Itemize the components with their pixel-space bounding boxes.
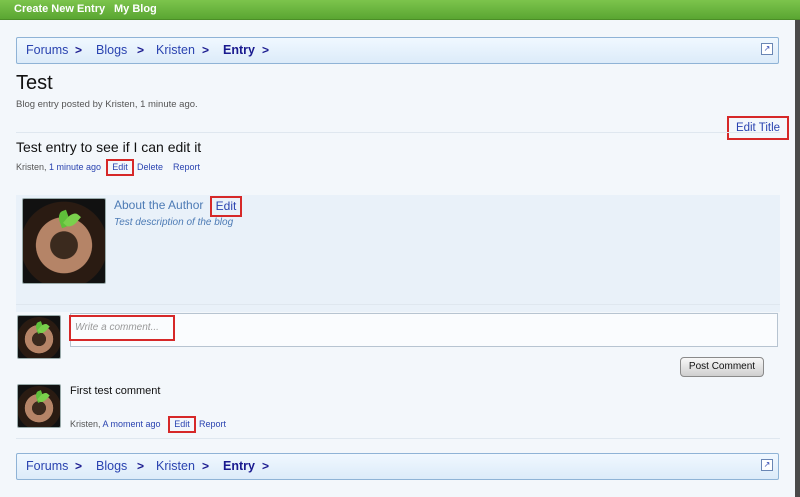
popout-icon[interactable]: ↗ (761, 459, 773, 471)
author-photo (22, 198, 106, 284)
breadcrumb-kristen[interactable]: Kristen (156, 43, 195, 57)
entry-report-link[interactable]: Report (173, 162, 200, 172)
breadcrumb-separator: > (75, 43, 83, 57)
top-nav-bar: Create New Entry My Blog (0, 0, 800, 20)
breadcrumb-separator: > (75, 459, 83, 473)
breadcrumb-separator: > (137, 459, 145, 473)
avatar (17, 384, 61, 428)
breadcrumb-separator: > (262, 459, 270, 473)
breadcrumb-top: Forums > Blogs > Kristen > Entry > ↗ (16, 37, 779, 64)
comment-edit-button[interactable]: Edit (168, 416, 196, 433)
create-new-entry-link[interactable]: Create New Entry (14, 3, 105, 15)
about-author-panel: About the Author Edit Test description o… (16, 195, 780, 312)
entry-meta: Kristen, 1 minute ago (16, 162, 101, 172)
author-description: Test description of the blog (114, 217, 234, 228)
breadcrumb-forums[interactable]: Forums (26, 43, 68, 57)
breadcrumb-entry: Entry (223, 459, 255, 473)
breadcrumb-separator: > (262, 43, 270, 57)
comment-author: Kristen, (70, 419, 101, 429)
popout-icon[interactable]: ↗ (761, 43, 773, 55)
my-blog-link[interactable]: My Blog (114, 3, 157, 15)
breadcrumb-blogs[interactable]: Blogs (96, 459, 127, 473)
divider (16, 132, 780, 133)
breadcrumb-bottom: Forums > Blogs > Kristen > Entry > ↗ (16, 453, 779, 480)
comment-input[interactable] (70, 313, 778, 347)
divider (16, 304, 780, 305)
breadcrumb-blogs[interactable]: Blogs (96, 43, 127, 57)
author-title: About the Author (114, 198, 204, 212)
comment-text: First test comment (70, 385, 161, 397)
entry-edit-button[interactable]: Edit (106, 159, 134, 176)
window-edge (795, 20, 800, 497)
divider (16, 438, 780, 439)
post-byline: Blog entry posted by Kristen, 1 minute a… (16, 99, 198, 110)
entry-text: Test entry to see if I can edit it (16, 139, 202, 155)
breadcrumb-separator: > (202, 43, 210, 57)
breadcrumb-kristen[interactable]: Kristen (156, 459, 195, 473)
entry-delete-link[interactable]: Delete (137, 162, 163, 172)
breadcrumb-separator: > (202, 459, 210, 473)
edit-title-button[interactable]: Edit Title (727, 116, 789, 140)
breadcrumb-forums[interactable]: Forums (26, 459, 68, 473)
comment-report-link[interactable]: Report (199, 419, 226, 429)
comment-meta: Kristen, A moment ago (70, 419, 161, 429)
comment-time-link[interactable]: A moment ago (103, 419, 161, 429)
page-content: Forums > Blogs > Kristen > Entry > ↗ Tes… (0, 20, 795, 497)
entry-author: Kristen, (16, 162, 47, 172)
avatar (17, 315, 61, 359)
breadcrumb-separator: > (137, 43, 145, 57)
post-comment-button[interactable]: Post Comment (680, 357, 764, 377)
author-edit-button[interactable]: Edit (210, 196, 242, 217)
breadcrumb-entry: Entry (223, 43, 255, 57)
comment-placeholder[interactable]: Write a comment... (69, 315, 175, 341)
entry-time-link[interactable]: 1 minute ago (49, 162, 101, 172)
page-title: Test (16, 72, 53, 94)
